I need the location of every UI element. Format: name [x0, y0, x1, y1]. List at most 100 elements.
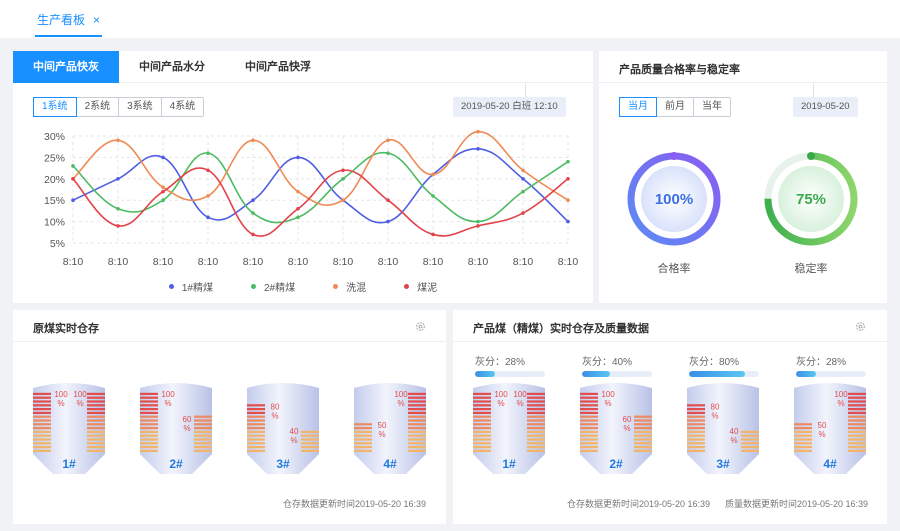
data-point[interactable] — [71, 164, 75, 168]
level-stripe — [408, 411, 426, 414]
level-stripe — [194, 430, 212, 433]
right-level-value: 40 — [730, 427, 739, 436]
level-stripe — [848, 438, 866, 441]
level-stripe — [634, 430, 652, 433]
data-point[interactable] — [476, 129, 480, 134]
data-point[interactable] — [386, 151, 390, 155]
data-point[interactable] — [341, 177, 345, 181]
data-point[interactable] — [431, 172, 435, 177]
level-stripe — [473, 438, 491, 441]
data-point[interactable] — [116, 138, 120, 143]
data-point[interactable] — [566, 219, 570, 224]
data-point[interactable] — [116, 224, 120, 228]
data-point[interactable] — [431, 194, 435, 198]
data-point[interactable] — [521, 211, 525, 215]
data-point[interactable] — [341, 168, 345, 173]
data-point[interactable] — [566, 198, 570, 202]
level-stripe — [408, 442, 426, 445]
data-point[interactable] — [296, 206, 300, 211]
data-point[interactable] — [296, 215, 300, 220]
data-point[interactable] — [71, 177, 75, 181]
percent-sign: % — [378, 430, 385, 439]
data-point[interactable] — [386, 198, 390, 202]
silo-4: 50%100%4# — [794, 383, 866, 474]
level-stripe — [194, 427, 212, 430]
legend-item-3[interactable]: 洗混 — [333, 279, 366, 294]
data-point[interactable] — [251, 198, 255, 202]
level-stripe — [580, 415, 598, 418]
data-point[interactable] — [161, 155, 165, 160]
data-point[interactable] — [431, 232, 435, 237]
close-icon[interactable]: × — [93, 13, 100, 27]
level-stripe — [87, 446, 105, 449]
data-point[interactable] — [386, 138, 390, 143]
data-point[interactable] — [116, 177, 120, 181]
settings-icon[interactable] — [855, 321, 866, 332]
level-stripe — [848, 415, 866, 418]
level-stripe — [87, 419, 105, 422]
level-stripe — [140, 392, 158, 395]
level-stripe — [527, 411, 545, 414]
level-stripe — [741, 434, 759, 437]
data-point[interactable] — [476, 147, 480, 151]
legend-item-2[interactable]: 2#精煤 — [251, 279, 295, 294]
level-stripe — [247, 438, 265, 441]
level-stripe — [473, 415, 491, 418]
settings-icon[interactable] — [415, 321, 426, 332]
level-stripe — [848, 434, 866, 437]
level-stripe — [194, 449, 212, 452]
level-stripe — [408, 408, 426, 411]
level-stripe — [473, 411, 491, 414]
data-point[interactable] — [521, 177, 525, 181]
level-stripe — [687, 442, 705, 445]
top-tab-bar: 生产看板 × — [0, 0, 900, 38]
data-point[interactable] — [251, 211, 255, 215]
data-point[interactable] — [206, 215, 210, 220]
data-point[interactable] — [161, 185, 165, 190]
level-stripe — [794, 427, 812, 430]
data-point[interactable] — [341, 198, 345, 202]
x-tick-label: 8:10 — [468, 256, 489, 268]
percent-sign: % — [516, 399, 523, 408]
data-point[interactable] — [521, 189, 525, 194]
data-point[interactable] — [251, 138, 255, 143]
data-point[interactable] — [566, 177, 570, 181]
silo-2: 100%60%2# — [580, 383, 652, 474]
data-point[interactable] — [161, 189, 165, 194]
left-level-value: 100 — [54, 390, 68, 399]
level-stripe — [301, 442, 319, 445]
data-point[interactable] — [161, 198, 165, 202]
card-title: 原煤实时仓存 — [33, 323, 99, 335]
silo-1: 100%100%1# — [473, 383, 545, 474]
level-stripe — [301, 438, 319, 441]
data-point[interactable] — [206, 194, 210, 198]
ash-value: 28% — [505, 357, 526, 368]
data-point[interactable] — [386, 219, 390, 224]
level-stripe — [848, 427, 866, 430]
tab-production-board[interactable]: 生产看板 × — [35, 11, 103, 37]
raw-coal-storage-card: 原煤实时仓存 100% 100% 1# 100% 60% 2# 80% 40% 3# 50% 100… — [13, 310, 446, 524]
data-point[interactable] — [521, 168, 525, 173]
level-stripe — [473, 430, 491, 433]
data-point[interactable] — [296, 189, 300, 194]
data-point[interactable] — [296, 155, 300, 160]
x-tick-label: 8:10 — [243, 256, 264, 268]
level-stripe — [473, 400, 491, 403]
level-stripe — [87, 438, 105, 441]
level-stripe — [301, 434, 319, 437]
data-point[interactable] — [116, 206, 120, 211]
silo-name: 4# — [823, 457, 837, 471]
data-point[interactable] — [206, 168, 210, 173]
level-stripe — [301, 449, 319, 452]
data-point[interactable] — [71, 198, 75, 202]
data-point[interactable] — [251, 232, 255, 237]
data-point[interactable] — [566, 159, 570, 164]
level-stripe — [741, 442, 759, 445]
level-stripe — [140, 400, 158, 403]
level-stripe — [87, 411, 105, 414]
legend-item-1[interactable]: 1#精煤 — [168, 279, 213, 294]
data-point[interactable] — [476, 219, 480, 224]
data-point[interactable] — [476, 224, 480, 228]
data-point[interactable] — [206, 151, 210, 155]
legend-item-4[interactable]: 煤泥 — [404, 279, 437, 294]
